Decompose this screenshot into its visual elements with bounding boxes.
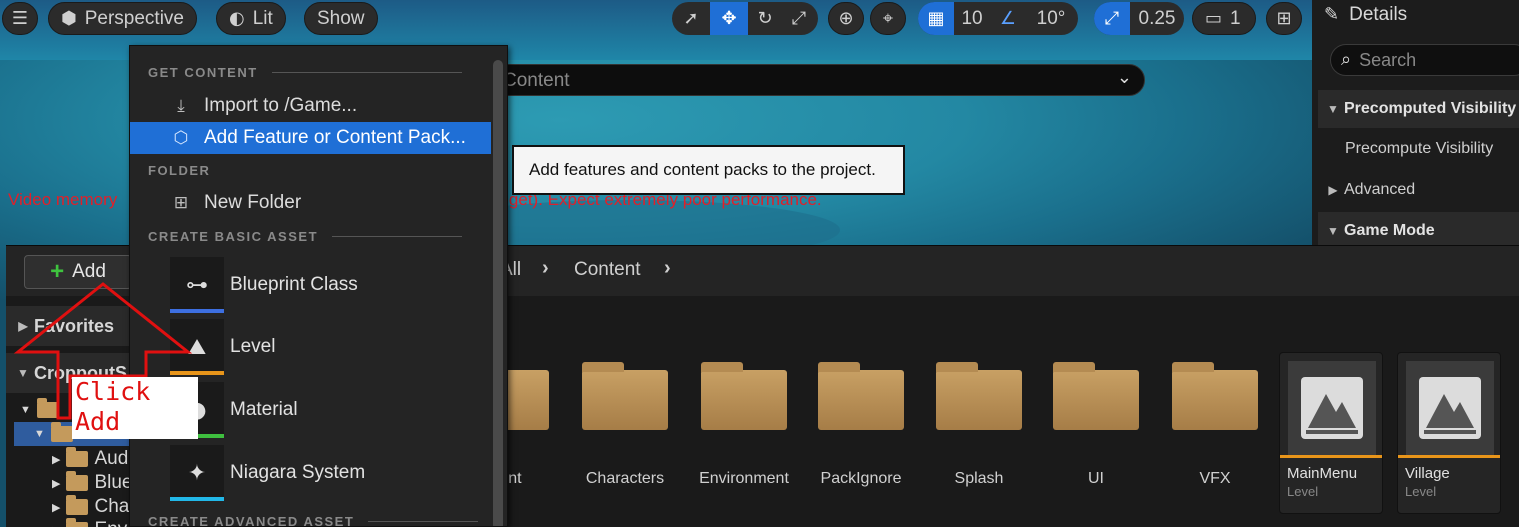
- annotation-line-2: Add: [75, 407, 121, 436]
- annotation-line-1: Click: [75, 377, 151, 406]
- annotation-arrow: [13, 282, 193, 420]
- annotation-click-add: Click Add: [72, 377, 198, 439]
